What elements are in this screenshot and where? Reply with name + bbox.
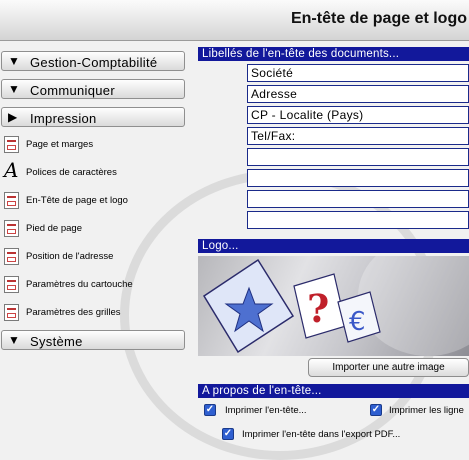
chevron-down-icon: ▼ xyxy=(8,54,20,68)
print-lines-label: Imprimer les ligne xyxy=(389,405,464,416)
sidebar-item-label: Paramètres du cartouche xyxy=(26,279,133,290)
header-field-cp-localite[interactable]: CP - Localite (Pays) xyxy=(247,106,469,124)
sidebar-item-label: Polices de caractères xyxy=(26,167,117,178)
print-header-pdf-checkbox[interactable]: ✓ xyxy=(222,428,234,440)
footer-icon xyxy=(4,220,19,237)
main-panel: Libellés de l'en-tête des documents... S… xyxy=(197,46,469,446)
section-logo: Logo... xyxy=(198,239,469,253)
section-communiquer[interactable]: ▼ Communiquer xyxy=(1,79,185,99)
sidebar: ▼ Gestion-Comptabilité ▼ Communiquer ▶ I… xyxy=(0,46,187,446)
sidebar-item-label: Pied de page xyxy=(26,223,82,234)
print-header-pdf-label: Imprimer l'en-tête dans l'export PDF... xyxy=(242,429,401,440)
header-field-line-7[interactable] xyxy=(247,190,469,208)
cartouche-icon xyxy=(4,276,19,293)
print-header-label: Imprimer l'en-tête... xyxy=(225,405,307,416)
window-title: En-tête de page et logo xyxy=(290,10,467,27)
section-header-labels: Libellés de l'en-tête des documents... xyxy=(198,47,469,61)
svg-text:?: ? xyxy=(307,286,329,331)
sidebar-item-label: En-Tête de page et logo xyxy=(26,195,128,206)
page-margins-icon xyxy=(4,136,19,153)
logo-preview[interactable]: ? € xyxy=(198,256,469,356)
chevron-down-icon: ▼ xyxy=(8,333,20,347)
print-lines-checkbox[interactable]: ✓ xyxy=(370,404,382,416)
svg-text:€: € xyxy=(349,307,366,337)
import-image-button[interactable]: Importer une autre image xyxy=(308,358,469,377)
section-label: Système xyxy=(30,334,83,349)
sidebar-item-polices[interactable]: A Polices de caractères xyxy=(0,159,186,186)
window-titlebar: En-tête de page et logo xyxy=(0,0,469,41)
section-label: Communiquer xyxy=(30,83,115,98)
header-field-line-8[interactable] xyxy=(247,211,469,229)
sidebar-item-position-adresse[interactable]: Position de l'adresse xyxy=(0,243,186,270)
chevron-right-icon: ▶ xyxy=(8,110,18,124)
sidebar-item-label: Position de l'adresse xyxy=(26,251,114,262)
sidebar-item-cartouche[interactable]: Paramètres du cartouche xyxy=(0,271,186,298)
chevron-down-icon: ▼ xyxy=(8,82,20,96)
header-field-societe[interactable]: Société xyxy=(247,64,469,82)
section-systeme[interactable]: ▼ Système xyxy=(1,330,185,350)
header-logo-icon xyxy=(4,192,19,209)
print-header-checkbox[interactable]: ✓ xyxy=(204,404,216,416)
header-field-line-6[interactable] xyxy=(247,169,469,187)
header-field-adresse[interactable]: Adresse xyxy=(247,85,469,103)
grid-icon xyxy=(4,304,19,321)
header-field-line-5[interactable] xyxy=(247,148,469,166)
sidebar-item-label: Page et marges xyxy=(26,139,94,150)
address-position-icon xyxy=(4,248,19,265)
sidebar-item-pied-de-page[interactable]: Pied de page xyxy=(0,215,186,242)
sidebar-item-label: Paramètres des grilles xyxy=(26,307,121,318)
sidebar-item-entete[interactable]: En-Tête de page et logo xyxy=(0,187,186,214)
font-icon: A xyxy=(4,158,19,182)
section-gestion-comptabilite[interactable]: ▼ Gestion-Comptabilité xyxy=(1,51,185,71)
section-label: Impression xyxy=(30,111,97,126)
sidebar-item-grilles[interactable]: Paramètres des grilles xyxy=(0,299,186,326)
section-label: Gestion-Comptabilité xyxy=(30,55,158,70)
header-field-tel-fax[interactable]: Tel/Fax: xyxy=(247,127,469,145)
section-about-header: A propos de l'en-tête... xyxy=(198,384,469,398)
section-impression[interactable]: ▶ Impression xyxy=(1,107,185,127)
sidebar-item-page-marges[interactable]: Page et marges xyxy=(0,131,186,158)
logo-image: ? € xyxy=(202,256,469,356)
